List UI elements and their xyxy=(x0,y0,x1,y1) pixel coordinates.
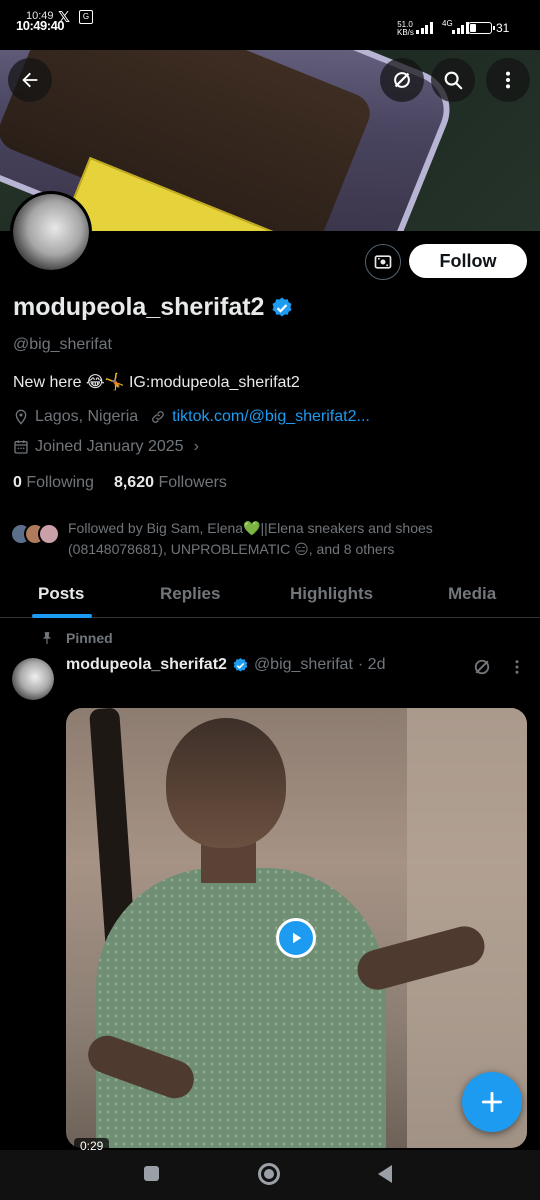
subscribe-icon xyxy=(374,255,392,269)
chevron-right-icon: › xyxy=(193,438,199,455)
arrow-left-icon xyxy=(22,72,38,88)
display-name-text: modupeola_sherifat2 xyxy=(13,293,265,321)
post-header: modupeola_sherifat2 @big_sherifat · 2d xyxy=(66,656,385,674)
pinned-label-row: Pinned xyxy=(40,630,113,646)
more-options-button[interactable] xyxy=(486,58,530,102)
pin-icon xyxy=(42,632,52,644)
post-author-avatar[interactable] xyxy=(12,658,54,700)
grok-button[interactable] xyxy=(380,58,424,102)
plus-icon xyxy=(481,1091,503,1113)
home-button[interactable] xyxy=(258,1163,280,1185)
more-vertical-icon xyxy=(515,660,519,674)
calendar-icon xyxy=(14,440,28,454)
following-label: Following xyxy=(26,474,94,491)
signal-icon xyxy=(416,22,433,34)
status-time: 10:49:40 xyxy=(16,18,65,33)
grok-icon xyxy=(394,72,410,88)
post-more-button[interactable] xyxy=(508,658,526,681)
profile-meta-row: Lagos, Nigeria tiktok.com/@big_sherifat2… xyxy=(13,408,370,426)
translate-notification-icon: G xyxy=(79,10,93,24)
network-speed: 51.0 KB/s xyxy=(397,20,414,37)
search-button[interactable] xyxy=(431,58,475,102)
follow-button[interactable]: Follow xyxy=(409,244,527,278)
recent-apps-button[interactable] xyxy=(144,1166,159,1181)
location-icon xyxy=(15,409,27,425)
profile-website-link[interactable]: tiktok.com/@big_sherifat2... xyxy=(172,408,370,426)
profile-joined: Joined January 2025 xyxy=(35,438,184,455)
followers-stat[interactable]: 8,620 Followers xyxy=(114,474,227,492)
post-grok-button[interactable] xyxy=(472,657,492,682)
tab-posts[interactable]: Posts xyxy=(38,584,84,604)
search-icon xyxy=(444,71,463,90)
post-time: · 2d xyxy=(357,656,386,673)
tab-media[interactable]: Media xyxy=(448,584,496,604)
profile-avatar[interactable] xyxy=(10,191,92,273)
tab-highlights[interactable]: Highlights xyxy=(290,584,373,604)
signal-icon-2 xyxy=(452,22,469,34)
post-author-handle: @big_sherifat xyxy=(253,656,353,673)
followed-by-text: Followed by Big Sam, Elena💚||Elena sneak… xyxy=(68,520,433,557)
profile-bio: New here 😂🤸 IG:modupeola_sherifat2 xyxy=(13,374,300,391)
active-tab-indicator xyxy=(32,614,92,618)
following-stat[interactable]: 0 Following xyxy=(13,474,94,492)
followers-you-know-avatars xyxy=(10,518,62,545)
play-icon xyxy=(293,932,302,944)
back-button[interactable] xyxy=(8,58,52,102)
profile-display-name: modupeola_sherifat2 xyxy=(13,293,294,322)
play-button[interactable] xyxy=(276,918,316,958)
verified-badge-icon xyxy=(233,657,248,672)
link-icon xyxy=(152,411,165,423)
post-author-name[interactable]: modupeola_sherifat2 xyxy=(66,656,227,674)
profile-joined-row[interactable]: Joined January 2025 › xyxy=(13,438,199,456)
more-vertical-icon xyxy=(505,71,511,89)
following-count: 0 xyxy=(13,474,22,491)
grok-icon xyxy=(474,659,490,675)
x-notification-icon: 𝕏 xyxy=(58,9,71,26)
status-bar: 10:49 10:49:40 𝕏 G 51.0 KB/s 4G 31 xyxy=(0,0,540,50)
follow-counts: 0 Following 8,620 Followers xyxy=(13,474,227,492)
subscribe-button[interactable] xyxy=(365,244,401,280)
profile-tabs: Posts Replies Highlights Media xyxy=(0,574,540,618)
back-nav-button[interactable] xyxy=(378,1165,392,1183)
battery-icon xyxy=(468,22,495,34)
battery-percent: 31 xyxy=(496,21,510,35)
followers-label: Followers xyxy=(158,474,227,491)
compose-post-button[interactable] xyxy=(462,1072,522,1132)
pinned-label: Pinned xyxy=(66,630,113,646)
profile-location: Lagos, Nigeria xyxy=(35,408,139,425)
profile-handle: @big_sherifat xyxy=(13,336,112,353)
followers-count: 8,620 xyxy=(113,474,154,491)
verified-badge-icon xyxy=(272,297,292,316)
followed-by-row[interactable]: Followed by Big Sam, Elena💚||Elena sneak… xyxy=(10,518,530,560)
tab-replies[interactable]: Replies xyxy=(160,584,220,604)
